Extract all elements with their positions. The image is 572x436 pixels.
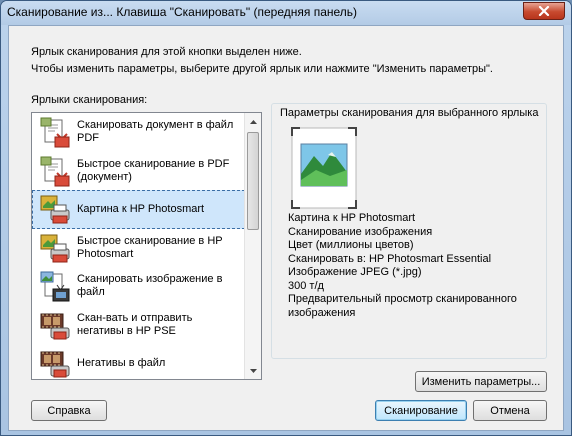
shortcut-item-label: Картина к HP Photosmart bbox=[77, 203, 204, 216]
shortcut-item-label: Быстрое сканирование в HP Photosmart bbox=[77, 235, 223, 261]
title-bar[interactable]: Сканирование из... Клавиша "Сканировать"… bbox=[1, 1, 571, 25]
intro-text: Ярлык сканирования для этой кнопки выдел… bbox=[31, 44, 493, 78]
film-negative-icon bbox=[40, 351, 70, 378]
pdf-file-icon bbox=[40, 117, 70, 148]
film-negative-icon bbox=[40, 313, 70, 339]
parameter-line: Сканирование изображения bbox=[288, 225, 433, 238]
shortcut-item-line-2: файл bbox=[77, 286, 105, 299]
shortcut-item-label: Сканировать документ в файл PDF bbox=[77, 119, 233, 145]
landscape-preview-icon bbox=[291, 127, 357, 209]
shortcut-item-line-1: Быстрое сканирование в PDF bbox=[77, 157, 230, 170]
shortcut-item-label: Сканировать изображение в файл bbox=[77, 273, 222, 299]
shortcut-item-line-1: Сканировать изображение в bbox=[77, 273, 223, 286]
change-settings-button[interactable]: Изменить параметры... bbox=[415, 371, 547, 392]
scroll-up-button[interactable] bbox=[245, 113, 261, 130]
shortcuts-list-items: Сканировать документ в файл PDF Быстрое ск… bbox=[32, 113, 245, 379]
cancel-button[interactable]: Отмена bbox=[473, 400, 547, 421]
shortcut-item[interactable]: Негативы в файл bbox=[32, 344, 245, 379]
intro-line-1: Ярлык сканирования для этой кнопки выдел… bbox=[31, 46, 302, 58]
shortcut-item-line-1: Негативы в файл bbox=[77, 356, 166, 369]
close-icon bbox=[538, 6, 550, 16]
help-button[interactable]: Справка bbox=[31, 400, 107, 421]
shortcut-item-label: Скан-вать и отправить негативы в HP PSE bbox=[77, 312, 192, 338]
parameter-line: изображения bbox=[288, 306, 356, 319]
shortcut-item[interactable]: Скан-вать и отправить негативы в HP PSE bbox=[32, 306, 245, 345]
shortcut-item[interactable]: Картина к HP Photosmart bbox=[32, 190, 245, 229]
parameter-line: Сканировать в: HP Photosmart Essential bbox=[288, 252, 492, 265]
shortcut-item[interactable]: Сканировать документ в файл PDF bbox=[32, 113, 245, 152]
parameter-line: Картина к HP Photosmart bbox=[288, 212, 416, 224]
parameter-line: 300 т/д bbox=[288, 279, 324, 292]
arrow-up-icon bbox=[249, 119, 257, 124]
intro-line-2: Чтобы изменить параметры, выберите друго… bbox=[31, 63, 493, 75]
pdf-file-icon bbox=[40, 156, 70, 186]
scan-parameters-panel: Параметры сканирования для выбранного яр… bbox=[271, 103, 547, 359]
shortcut-item[interactable]: Сканировать изображение в файл bbox=[32, 267, 245, 306]
scan-button[interactable]: Сканирование bbox=[375, 400, 467, 421]
parameters-details: Картина к HP Photosmart Сканирование изоб… bbox=[288, 212, 517, 320]
window-title: Сканирование из... Клавиша "Сканировать"… bbox=[7, 5, 358, 19]
photo-print-icon bbox=[40, 195, 70, 224]
photo-print-icon bbox=[40, 234, 70, 262]
image-file-icon bbox=[40, 271, 70, 302]
shortcut-item-line-1: Быстрое сканирование в HP bbox=[77, 234, 223, 247]
shortcuts-list[interactable]: Сканировать документ в файл PDF Быстрое ск… bbox=[31, 112, 262, 380]
shortcut-item-line-2: PDF bbox=[77, 132, 99, 145]
shortcut-item-line-2: негативы в HP PSE bbox=[77, 324, 176, 337]
close-button[interactable] bbox=[523, 2, 565, 20]
parameter-line: Цвет (миллионы цветов) bbox=[288, 239, 414, 251]
list-scrollbar[interactable] bbox=[244, 113, 261, 379]
shortcut-item-label: Негативы в файл bbox=[77, 357, 165, 370]
parameter-line: Предварительный просмотр сканированного bbox=[288, 293, 517, 305]
scroll-down-button[interactable] bbox=[245, 362, 261, 379]
shortcut-item-line-1: Скан-вать и отправить bbox=[77, 311, 193, 324]
parameter-line: Изображение JPEG (*.jpg) bbox=[288, 266, 422, 278]
shortcut-item-line-1: Сканировать документ в файл bbox=[77, 119, 234, 132]
scan-dialog-window: Сканирование из... Клавиша "Сканировать"… bbox=[0, 0, 572, 436]
dialog-client-area: Ярлык сканирования для этой кнопки выдел… bbox=[8, 25, 564, 431]
parameters-title: Параметры сканирования для выбранного яр… bbox=[280, 107, 539, 119]
shortcut-item-label: Быстрое сканирование в PDF (документ) bbox=[77, 158, 229, 184]
shortcut-item-line-2: (документ) bbox=[77, 170, 132, 183]
arrow-down-icon bbox=[249, 368, 257, 373]
shortcut-item-line-1: Картина к HP Photosmart bbox=[77, 202, 205, 215]
scroll-thumb[interactable] bbox=[247, 132, 259, 230]
shortcuts-label: Ярлыки сканирования: bbox=[31, 94, 148, 106]
shortcut-item-line-2: Photosmart bbox=[77, 247, 134, 260]
shortcut-item[interactable]: Быстрое сканирование в PDF (документ) bbox=[32, 152, 245, 191]
shortcut-item[interactable]: Быстрое сканирование в HP Photosmart bbox=[32, 229, 245, 268]
